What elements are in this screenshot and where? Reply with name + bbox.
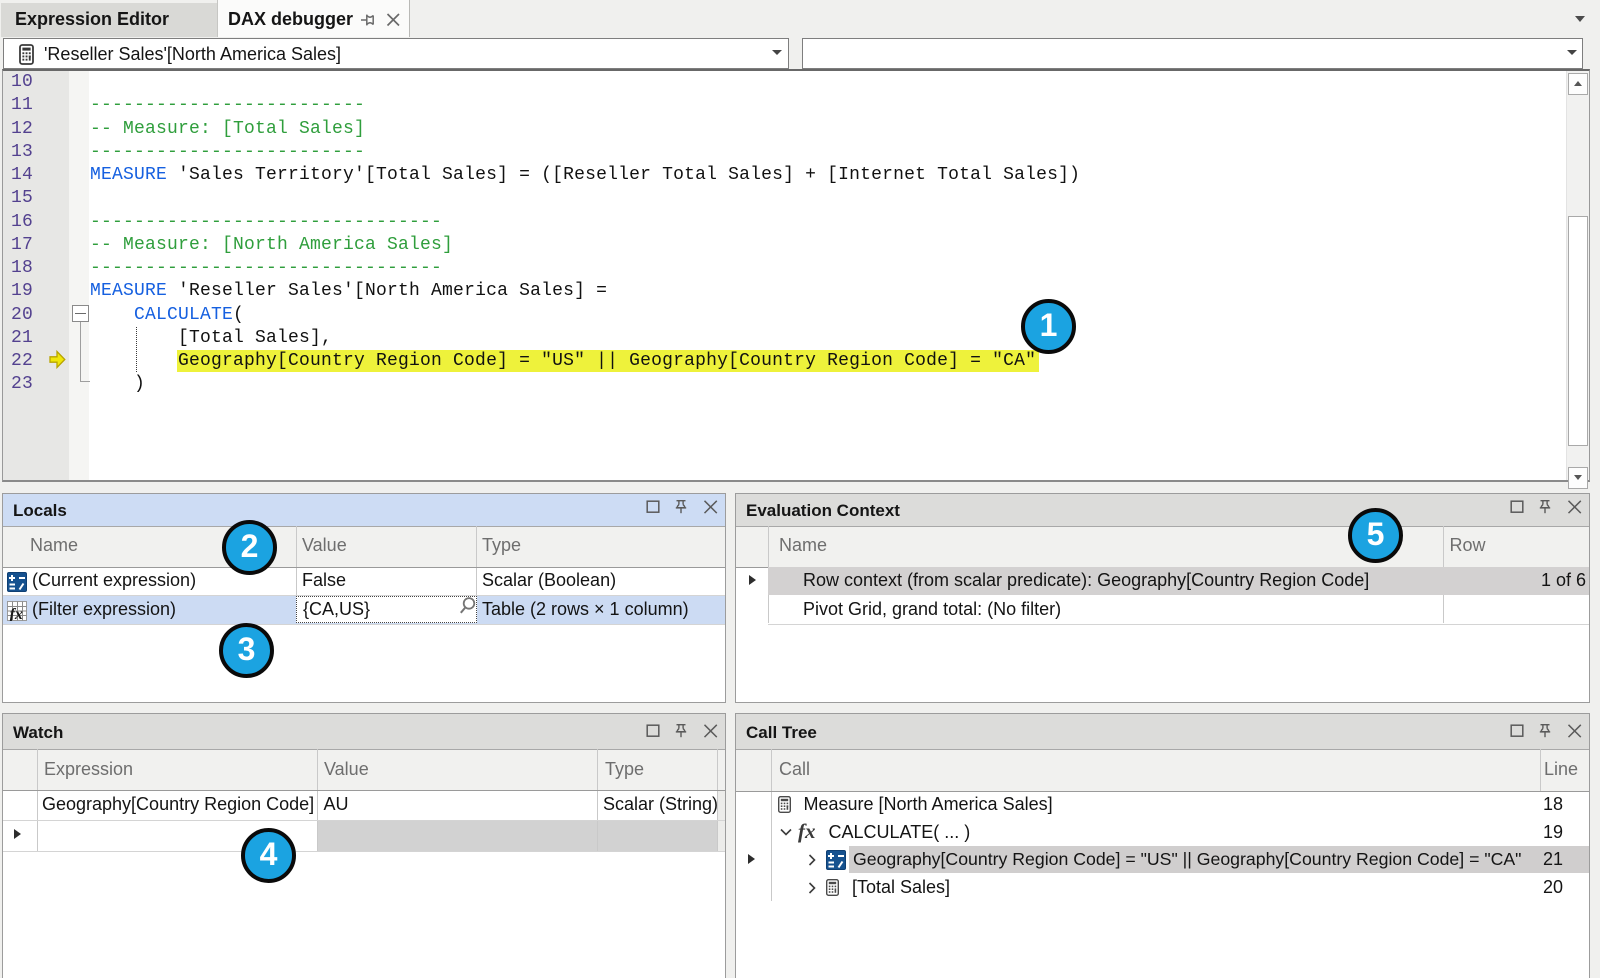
svg-text:fx: fx	[10, 606, 23, 621]
